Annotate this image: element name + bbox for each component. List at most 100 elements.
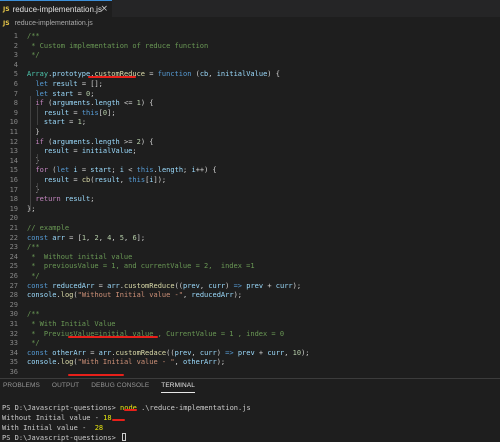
code-line[interactable]: 8 if (arguments.length <= 1) { bbox=[0, 99, 500, 109]
code-line[interactable]: 34 const otherArr = arr.customRedace((pre… bbox=[0, 349, 500, 359]
code-line[interactable]: 15 for (let i = start; i < this.length; … bbox=[0, 166, 500, 176]
line-number: 25 bbox=[9, 262, 18, 271]
code-text: result = this[0]; bbox=[43, 108, 116, 117]
code-line[interactable]: 20 bbox=[0, 214, 500, 224]
breadcrumb: JS reduce-implementation.js bbox=[0, 17, 500, 29]
code-line[interactable]: 27 const reducedArr = arr.customReduce((p… bbox=[0, 282, 500, 292]
code-line[interactable]: 19}; bbox=[0, 205, 500, 215]
code-line[interactable]: 6 let result = []; bbox=[0, 80, 500, 90]
line-number: 7 bbox=[13, 89, 18, 98]
code-line[interactable]: 7 let start = 0; bbox=[0, 90, 500, 100]
line-number: 6 bbox=[13, 80, 18, 88]
code-line[interactable]: 33 */ bbox=[0, 339, 500, 349]
close-icon[interactable]: × bbox=[100, 4, 108, 14]
terminal-output-label: With Initial value - bbox=[2, 424, 95, 432]
code-line[interactable]: 5 Array.prototype.customReduce = function… bbox=[0, 70, 500, 80]
line-number: 13 bbox=[9, 147, 18, 156]
line-number: 4 bbox=[13, 60, 18, 69]
line-number: 31 bbox=[9, 320, 18, 328]
code-text: console.log("Without Initial value -", r… bbox=[27, 291, 242, 300]
code-line[interactable]: 31 * With Initial Value bbox=[0, 320, 500, 330]
code-text: for (let i = start; i < this.length; i++… bbox=[35, 166, 217, 175]
code-line[interactable]: 13 result = initialValue; bbox=[0, 147, 500, 157]
code-line[interactable]: 24 * Without initial value bbox=[0, 253, 500, 263]
code-line[interactable]: 10 start = 1; bbox=[0, 118, 500, 128]
line-number: 10 bbox=[9, 118, 18, 127]
line-number: 19 bbox=[9, 204, 18, 213]
code-line[interactable]: 35 console.log("With Initial value - ", o… bbox=[0, 358, 500, 368]
code-text: if (arguments.length >= 2) { bbox=[35, 137, 154, 146]
line-number: 32 bbox=[9, 329, 18, 338]
code-text: } bbox=[27, 128, 40, 136]
code-text: * With Initial Value bbox=[27, 320, 116, 328]
line-number: 34 bbox=[9, 348, 18, 357]
terminal-prompt: PS D:\Javascript-questions> bbox=[2, 434, 121, 442]
line-number: 23 bbox=[9, 243, 18, 252]
code-line[interactable]: 21 // example bbox=[0, 224, 500, 234]
tab-problems[interactable]: PROBLEMS bbox=[3, 379, 40, 393]
terminal-line: With Initial value - 28 bbox=[2, 423, 103, 433]
code-text: const arr = [1, 2, 4, 5, 6]; bbox=[27, 233, 146, 242]
line-number: 18 bbox=[9, 195, 18, 204]
code-line[interactable]: 29 bbox=[0, 301, 500, 311]
code-line[interactable]: 17 } bbox=[0, 186, 500, 196]
code-line[interactable]: 11 } bbox=[0, 128, 500, 138]
code-line[interactable]: 9 result = this[0]; bbox=[0, 109, 500, 119]
code-text: * previousValue = 1, and currentValue = … bbox=[27, 262, 255, 271]
code-text: */ bbox=[27, 272, 40, 280]
code-editor[interactable]: 36 35 console.log("With Initial value - ",… bbox=[0, 29, 500, 379]
code-line[interactable]: 12 if (arguments.length >= 2) { bbox=[0, 138, 500, 148]
line-number: 3 bbox=[13, 51, 18, 60]
line-number: 12 bbox=[9, 137, 18, 146]
line-number: 29 bbox=[9, 300, 18, 309]
tab-output[interactable]: OUTPUT bbox=[52, 379, 79, 393]
breadcrumb-file[interactable]: reduce-implementation.js bbox=[15, 20, 93, 27]
code-line[interactable]: 28 console.log("Without Initial value -",… bbox=[0, 291, 500, 301]
code-line[interactable]: 22 const arr = [1, 2, 4, 5, 6]; bbox=[0, 234, 500, 244]
line-number: 26 bbox=[9, 272, 18, 280]
code-text: }; bbox=[27, 204, 36, 213]
line-number: 11 bbox=[9, 128, 18, 136]
code-line[interactable]: 25 * previousValue = 1, and currentValue… bbox=[0, 262, 500, 272]
code-line[interactable]: 4 bbox=[0, 61, 500, 71]
line-number: 5 bbox=[13, 70, 18, 79]
indent-guide bbox=[30, 96, 31, 211]
line-number: 35 bbox=[9, 358, 18, 367]
code-line[interactable]: 36 bbox=[0, 368, 500, 378]
code-line[interactable]: 18 return result; bbox=[0, 195, 500, 205]
terminal-prompt: PS D:\Javascript-questions> bbox=[2, 404, 121, 412]
terminal-output-value: 28 bbox=[94, 424, 104, 432]
code-text: if (arguments.length <= 1) { bbox=[35, 99, 154, 108]
code-text: /** bbox=[27, 32, 40, 40]
terminal-line: PS D:\Javascript-questions> node .\reduc… bbox=[2, 403, 251, 413]
line-number: 28 bbox=[9, 291, 18, 300]
code-text: Array.prototype.customReduce = function … bbox=[27, 70, 280, 79]
code-line[interactable]: 2 * Custom implementation of reduce func… bbox=[0, 42, 500, 52]
code-text: /** bbox=[27, 243, 40, 252]
code-text: // example bbox=[27, 224, 70, 232]
code-text: start = 1; bbox=[43, 118, 87, 127]
indent-guide bbox=[37, 154, 38, 164]
code-line[interactable]: 16 result = cb(result, this[i]); bbox=[0, 176, 500, 186]
code-text: const reducedArr = arr.customReduce((pre… bbox=[27, 281, 302, 290]
code-line[interactable]: 26 */ bbox=[0, 272, 500, 282]
line-number: 15 bbox=[9, 166, 18, 175]
code-line[interactable]: 30 /** bbox=[0, 310, 500, 320]
code-text: return result; bbox=[35, 195, 95, 204]
annotation-underline bbox=[124, 409, 137, 411]
line-number: 9 bbox=[13, 108, 18, 117]
indent-guide bbox=[37, 106, 38, 125]
terminal[interactable]: PS D:\Javascript-questions> node .\reduc… bbox=[0, 395, 500, 442]
code-line[interactable]: 3 */ bbox=[0, 51, 500, 61]
line-number: 33 bbox=[9, 339, 18, 348]
terminal-output-label: Without Initial value - bbox=[2, 414, 104, 422]
line-number: 36 bbox=[9, 368, 18, 376]
code-line[interactable]: 1 /** bbox=[0, 32, 500, 42]
code-text: */ bbox=[27, 339, 40, 348]
tab-reduce-implementation[interactable]: JS reduce-implementation.js × bbox=[0, 0, 112, 17]
tab-debug-console[interactable]: DEBUG CONSOLE bbox=[91, 379, 149, 393]
tab-terminal[interactable]: TERMINAL bbox=[161, 379, 195, 393]
line-number: 21 bbox=[9, 224, 18, 232]
code-line[interactable]: 14 } bbox=[0, 157, 500, 167]
code-line[interactable]: 23 /** bbox=[0, 243, 500, 253]
